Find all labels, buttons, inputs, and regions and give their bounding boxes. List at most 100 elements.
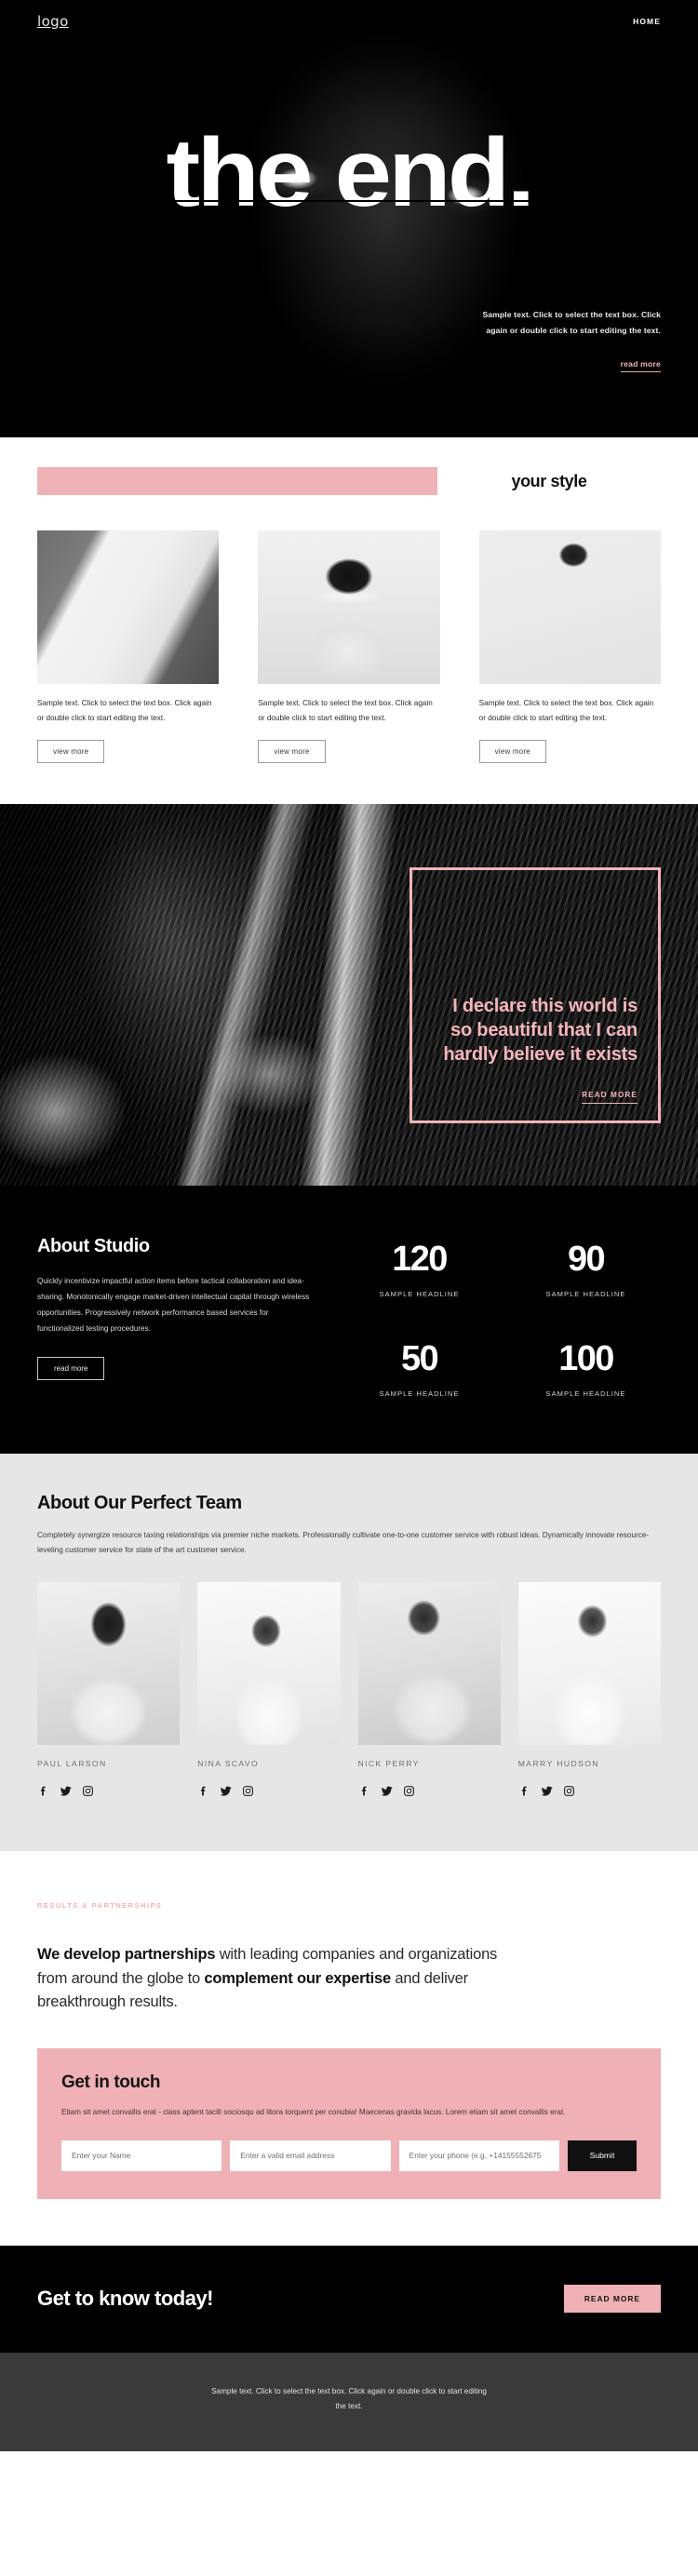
- email-input[interactable]: [230, 2140, 391, 2171]
- partnerships-strong-1: We develop partnerships: [37, 1946, 216, 1964]
- stat-label: SAMPLE HEADLINE: [545, 1389, 626, 1399]
- stat-label: SAMPLE HEADLINE: [379, 1290, 460, 1299]
- stat-item: 120 SAMPLE HEADLINE: [344, 1241, 494, 1298]
- quote-box: I declare this world is so beautiful tha…: [409, 867, 661, 1124]
- team-member-name: NICK PERRY: [357, 1759, 420, 1769]
- about-read-more-button[interactable]: read more: [37, 1357, 105, 1381]
- style-card: Sample text. Click to select the text bo…: [37, 530, 220, 764]
- twitter-icon[interactable]: [541, 1785, 553, 1797]
- submit-button[interactable]: Submit: [567, 2140, 637, 2171]
- quote-text: I declare this world is so beautiful tha…: [443, 996, 638, 1065]
- team-member: PAUL LARSON: [37, 1582, 181, 1797]
- facebook-icon[interactable]: [358, 1785, 370, 1797]
- stat-label: SAMPLE HEADLINE: [545, 1290, 626, 1299]
- partnerships-strong-2: complement: [204, 1969, 293, 1987]
- stat-value: 100: [558, 1339, 614, 1379]
- main-nav: HOME: [633, 17, 661, 26]
- instagram-icon[interactable]: [403, 1785, 415, 1797]
- hero-title: the end.: [166, 119, 536, 227]
- team-member-socials: [518, 1785, 661, 1797]
- name-input[interactable]: [61, 2140, 222, 2171]
- facebook-icon[interactable]: [197, 1785, 209, 1797]
- twitter-icon[interactable]: [220, 1785, 232, 1797]
- about-studio-text-column: About Studio Quickly incentivize impactf…: [37, 1236, 316, 1398]
- nav-item-home[interactable]: HOME: [633, 17, 661, 26]
- style-card: Sample text. Click to select the text bo…: [258, 530, 440, 764]
- team-heading: About Our Perfect Team: [37, 1493, 242, 1514]
- instagram-icon[interactable]: [82, 1785, 94, 1797]
- top-navigation-bar: logo HOME: [0, 0, 698, 43]
- style-header: your style: [37, 467, 661, 495]
- hero-aside: Sample text. Click to select the text bo…: [478, 307, 661, 372]
- contact-section: Get in touch Etiam sit amet convallis er…: [0, 2014, 698, 2246]
- team-section: About Our Perfect Team Completely synerg…: [0, 1454, 698, 1852]
- stat-item: 100 SAMPLE HEADLINE: [511, 1341, 661, 1398]
- team-member-grid: PAUL LARSON NINA SCAVO NICK PERRY MARRY …: [37, 1582, 661, 1797]
- partnerships-strong-3: our expertise: [296, 1969, 391, 1987]
- stat-value: 50: [400, 1339, 439, 1379]
- facebook-icon[interactable]: [518, 1785, 530, 1797]
- view-more-button[interactable]: view more: [258, 740, 326, 764]
- style-pink-bar: [37, 467, 437, 495]
- style-card-text: Sample text. Click to select the text bo…: [37, 699, 212, 722]
- quote-section: I declare this world is so beautiful tha…: [0, 804, 698, 1187]
- team-paragraph: Completely synergize resource taxing rel…: [37, 1531, 650, 1555]
- team-member-photo: [37, 1582, 181, 1746]
- hero-title-strikethrough: [102, 200, 597, 202]
- quote-read-more-link[interactable]: READ MORE: [582, 1091, 638, 1105]
- about-stats-grid: 120 SAMPLE HEADLINE 90 SAMPLE HEADLINE 5…: [344, 1236, 661, 1398]
- twitter-icon[interactable]: [60, 1785, 72, 1797]
- footer: Sample text. Click to select the text bo…: [0, 2352, 698, 2451]
- style-section: your style Sample text. Click to select …: [0, 437, 698, 805]
- team-member-photo: [357, 1582, 501, 1746]
- landing-page: logo HOME the end. Sample text. Click to…: [0, 0, 698, 2451]
- team-member-name: PAUL LARSON: [37, 1759, 107, 1769]
- cta-read-more-button[interactable]: READ MORE: [563, 2285, 661, 2314]
- team-member: NICK PERRY: [357, 1582, 501, 1797]
- stat-item: 50 SAMPLE HEADLINE: [344, 1341, 494, 1398]
- hero-aside-text: Sample text. Click to select the text bo…: [482, 310, 661, 335]
- team-member-socials: [37, 1785, 180, 1797]
- facebook-icon[interactable]: [37, 1785, 49, 1797]
- about-studio-section: About Studio Quickly incentivize impactf…: [0, 1186, 698, 1455]
- partnerships-section: RESULTS & PARTNERSHIPS We develop partne…: [0, 1851, 698, 2015]
- instagram-icon[interactable]: [242, 1785, 254, 1797]
- style-title: your style: [511, 471, 587, 490]
- style-card-text: Sample text. Click to select the text bo…: [258, 699, 433, 722]
- team-member-photo: [197, 1582, 341, 1746]
- stat-value: 120: [392, 1240, 448, 1280]
- hero-read-more-link[interactable]: read more: [620, 359, 661, 372]
- stat-label: SAMPLE HEADLINE: [379, 1389, 460, 1399]
- cta-bar-section: Get to know today! READ MORE: [0, 2245, 698, 2353]
- site-logo[interactable]: logo: [37, 13, 69, 30]
- about-studio-paragraph: Quickly incentivize impactful action ite…: [37, 1277, 310, 1333]
- team-member-photo: [517, 1582, 661, 1746]
- instagram-icon[interactable]: [563, 1785, 575, 1797]
- style-card-text: Sample text. Click to select the text bo…: [478, 699, 654, 722]
- footer-text: Sample text. Click to select the text bo…: [211, 2386, 487, 2410]
- style-card-list: Sample text. Click to select the text bo…: [37, 530, 661, 764]
- contact-heading: Get in touch: [61, 2072, 161, 2092]
- style-card-image: [258, 530, 440, 684]
- style-card-image: [37, 530, 220, 684]
- partnerships-eyebrow: RESULTS & PARTNERSHIPS: [37, 1901, 163, 1911]
- stat-value: 90: [567, 1240, 606, 1280]
- twitter-icon[interactable]: [381, 1785, 393, 1797]
- partnerships-statement: We develop partnerships with leading com…: [37, 1943, 530, 2015]
- style-card: Sample text. Click to select the text bo…: [478, 530, 661, 764]
- contact-form: Submit: [61, 2140, 637, 2171]
- cta-heading: Get to know today!: [37, 2287, 214, 2311]
- team-member-name: MARRY HUDSON: [517, 1759, 599, 1769]
- team-member: NINA SCAVO: [197, 1582, 341, 1797]
- about-studio-heading: About Studio: [37, 1236, 150, 1257]
- team-member-socials: [358, 1785, 501, 1797]
- phone-input[interactable]: [398, 2140, 559, 2171]
- hero-section: logo HOME the end. Sample text. Click to…: [0, 0, 698, 437]
- team-member-socials: [197, 1785, 340, 1797]
- team-member: MARRY HUDSON: [517, 1582, 661, 1797]
- partnerships-text-1: with leading companies and: [215, 1946, 405, 1964]
- view-more-button[interactable]: view more: [37, 740, 105, 764]
- style-card-image: [478, 530, 661, 684]
- contact-paragraph: Etiam sit amet convallis erat - class ap…: [61, 2107, 566, 2116]
- view-more-button[interactable]: view more: [478, 740, 546, 764]
